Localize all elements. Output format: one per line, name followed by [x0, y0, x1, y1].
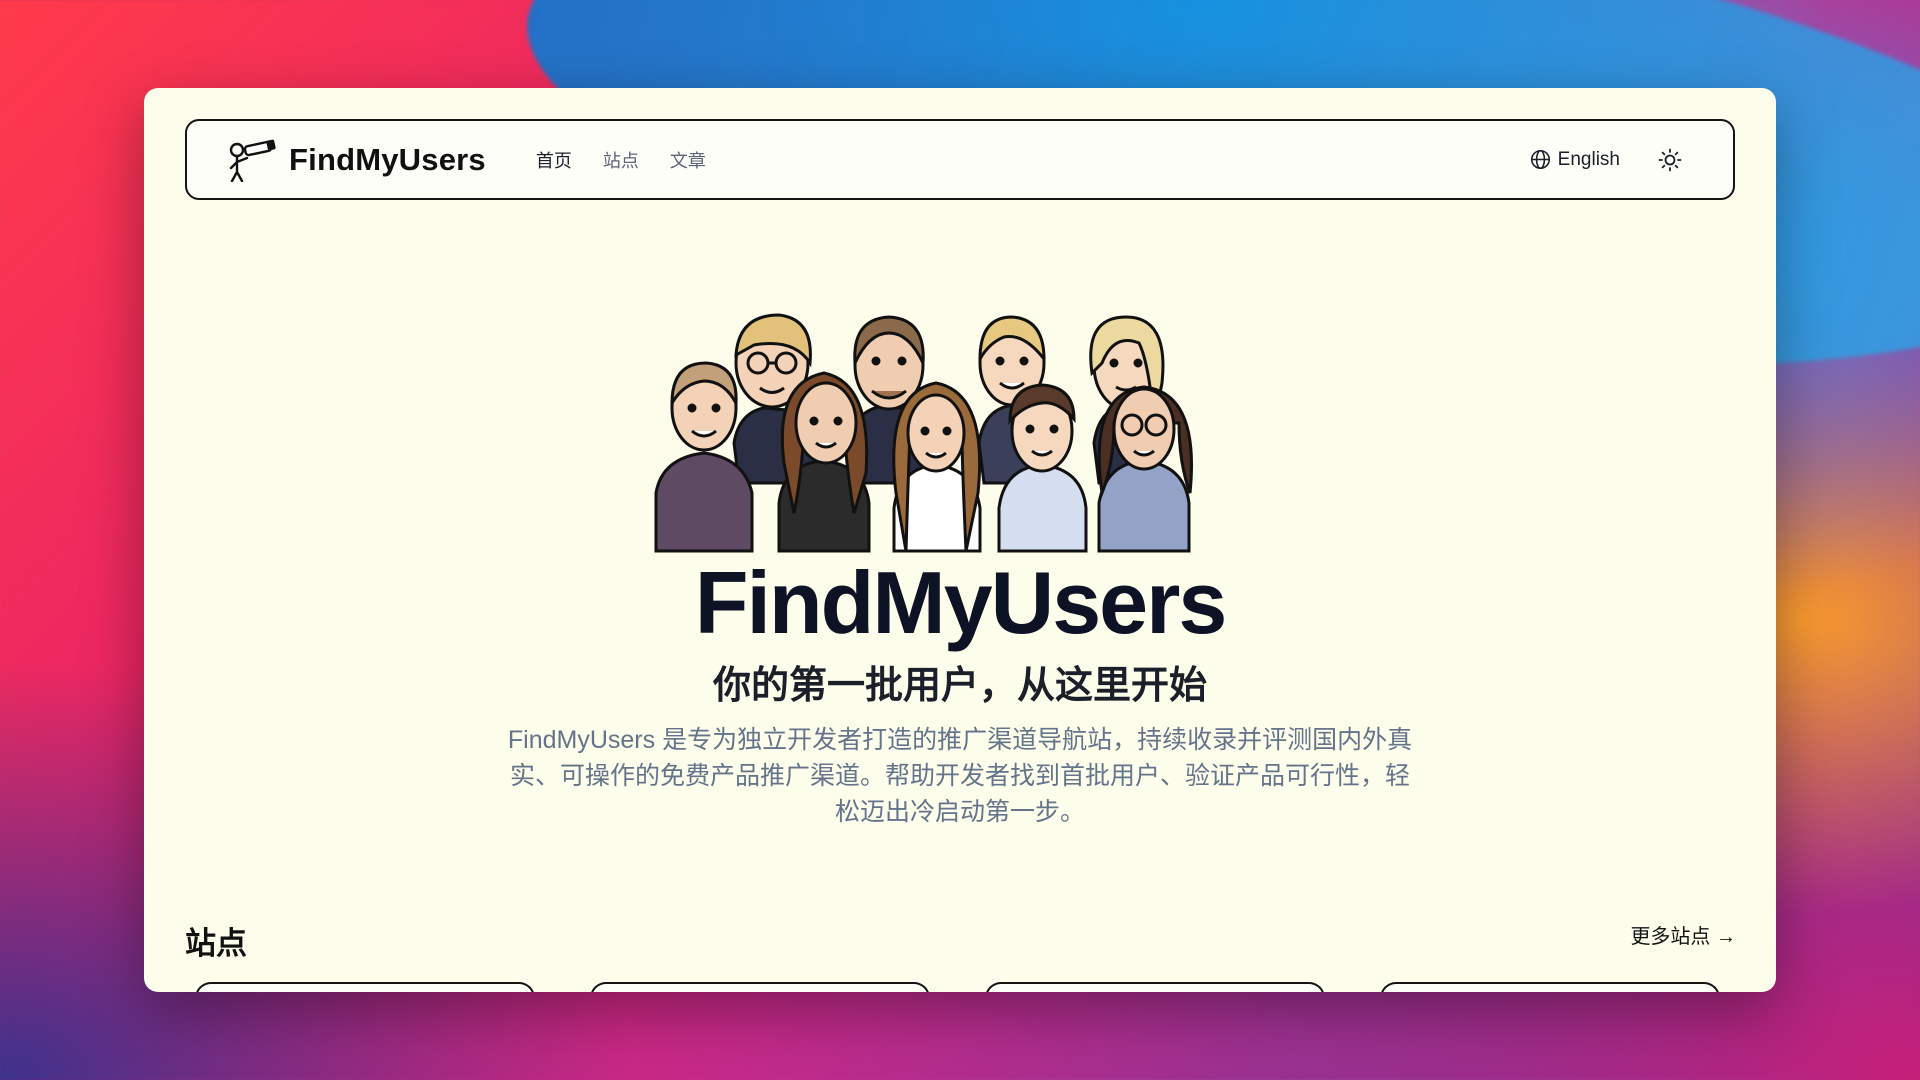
browser-window: FindMyUsers 首页 站点 文章 English FindMyUsers…: [144, 88, 1776, 992]
sun-icon: [1658, 148, 1682, 171]
nav-right: English: [1530, 147, 1683, 173]
language-switcher[interactable]: English: [1530, 149, 1620, 171]
globe-icon: [1530, 149, 1550, 170]
top-navbar: FindMyUsers 首页 站点 文章 English: [185, 119, 1735, 200]
telescope-person-icon: [229, 139, 276, 182]
hero-illustration-people: [654, 313, 1193, 553]
hero-subtitle: 你的第一批用户，从这里开始: [712, 665, 1207, 707]
brand-name: FindMyUsers: [289, 141, 486, 177]
site-card[interactable]: [590, 982, 930, 992]
nav-links: 首页 站点 文章: [536, 147, 706, 173]
hero-description: FindMyUsers 是专为独立开发者打造的推广渠道导航站，持续收录并评测国内…: [507, 726, 1413, 826]
nav-link-articles[interactable]: 文章: [670, 147, 706, 173]
site-card[interactable]: [1380, 982, 1720, 992]
brand[interactable]: FindMyUsers: [223, 138, 486, 182]
nav-link-home[interactable]: 首页: [536, 147, 572, 173]
more-sites-link[interactable]: 更多站点 →: [1630, 920, 1736, 949]
nav-link-sites[interactable]: 站点: [603, 147, 639, 173]
site-cards-row: [185, 982, 1735, 992]
language-label: English: [1557, 148, 1620, 170]
sites-section-title: 站点: [185, 926, 247, 961]
site-card[interactable]: [195, 982, 535, 992]
site-card[interactable]: [985, 982, 1325, 992]
theme-toggle-button[interactable]: [1657, 147, 1683, 173]
hero-title: FindMyUsers: [694, 553, 1228, 652]
